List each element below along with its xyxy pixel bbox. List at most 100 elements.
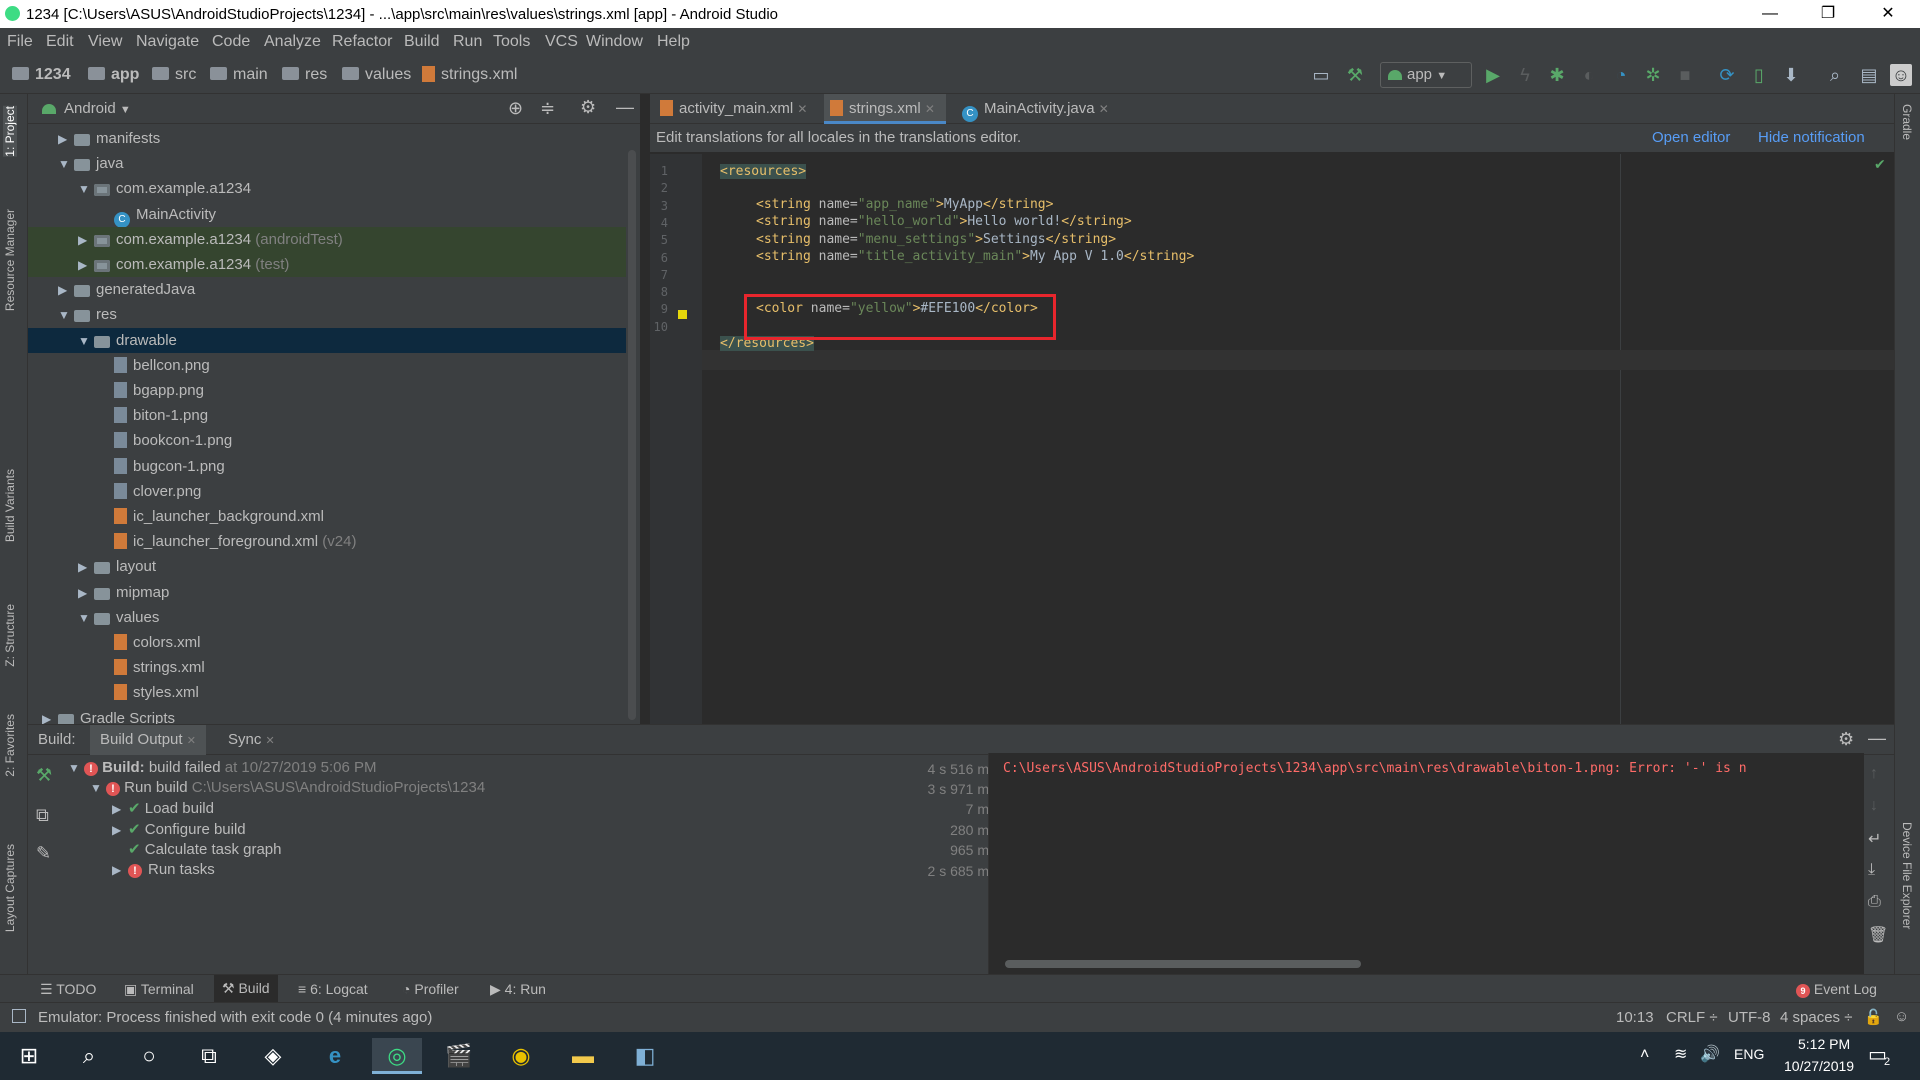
network-icon[interactable]: ≋ <box>1674 1044 1687 1064</box>
caret-position[interactable]: 10:13 <box>1616 1009 1654 1026</box>
breadcrumb-values[interactable]: values <box>342 66 411 84</box>
chevron-down-icon[interactable]: ▼ <box>78 177 94 202</box>
chevron-right-icon[interactable]: ▶ <box>112 823 128 837</box>
build-step[interactable]: ▶ ✔ Configure build <box>112 820 246 838</box>
console-hscrollbar[interactable] <box>1005 960 1361 968</box>
close-button[interactable]: ✕ <box>1860 0 1916 28</box>
tool-build[interactable]: ⚒ Build <box>214 975 278 1002</box>
open-editor-link[interactable]: Open editor <box>1652 124 1730 152</box>
file-encoding[interactable]: UTF-8 <box>1728 1009 1771 1026</box>
close-icon[interactable]: ✕ <box>266 735 275 747</box>
print-icon[interactable]: ⎙ <box>1868 893 1881 911</box>
account-icon[interactable]: ☺ <box>1890 64 1912 86</box>
minimize-button[interactable]: — <box>1742 0 1798 28</box>
chevron-right-icon[interactable]: ▶ <box>78 228 94 253</box>
locate-file-icon[interactable]: ⊕ <box>508 98 523 119</box>
breadcrumb-res[interactable]: res <box>282 66 327 84</box>
close-icon[interactable]: ✕ <box>187 735 196 747</box>
file-explorer-icon[interactable]: ▬ <box>558 1038 608 1074</box>
tree-item[interactable]: ic_launcher_foreground.xml (v24) <box>28 529 626 554</box>
tree-scrollbar[interactable] <box>628 150 636 720</box>
menu-window[interactable]: Window <box>586 33 643 51</box>
event-log[interactable]: 9 Event Log <box>1796 981 1877 998</box>
tab-activity-main[interactable]: activity_main.xml ✕ <box>654 94 820 124</box>
chevron-down-icon[interactable]: ▼ <box>78 329 94 354</box>
tray-chevron-icon[interactable]: ˄ <box>1640 1046 1649 1064</box>
tree-item[interactable]: bgapp.png <box>28 378 626 403</box>
menu-help[interactable]: Help <box>657 33 690 51</box>
arrow-up-icon[interactable]: ↑ <box>1870 765 1878 783</box>
status-icon[interactable] <box>12 1009 26 1023</box>
pin-icon[interactable]: ✎ <box>36 843 51 864</box>
tree-item[interactable]: ▼ drawable <box>28 327 626 354</box>
menu-file[interactable]: File <box>7 33 33 51</box>
notepad-icon[interactable]: ◧ <box>620 1038 670 1074</box>
menu-tools[interactable]: Tools <box>493 33 530 51</box>
run-icon[interactable]: ▶ <box>1482 64 1504 86</box>
tool-terminal[interactable]: ▣ Terminal <box>124 981 194 998</box>
menu-navigate[interactable]: Navigate <box>136 33 199 51</box>
gradle-tab[interactable]: Gradle <box>1900 104 1914 140</box>
windows-start-icon[interactable]: ⊞ <box>4 1038 54 1074</box>
collapse-all-icon[interactable]: ≑ <box>540 98 555 119</box>
task-view-icon[interactable]: ⧉ <box>184 1038 234 1074</box>
menu-code[interactable]: Code <box>212 33 250 51</box>
attach-debugger-icon[interactable]: ✲ <box>1642 64 1664 86</box>
chevron-down-icon[interactable]: ▼ <box>58 303 74 328</box>
tree-item[interactable]: colors.xml <box>28 630 626 655</box>
tree-item[interactable]: ▶ layout <box>28 554 626 579</box>
error-output-text[interactable]: C:\Users\ASUS\AndroidStudioProjects\1234… <box>1003 761 1861 776</box>
avd-manager-icon[interactable]: ▯ <box>1748 64 1770 86</box>
tree-item[interactable]: bugcon-1.png <box>28 454 626 479</box>
android-studio-taskbar-icon[interactable]: ◎ <box>372 1038 422 1074</box>
search-icon[interactable]: ⌕ <box>64 1038 114 1074</box>
tree-item[interactable]: clover.png <box>28 479 626 504</box>
cortana-icon[interactable]: ○ <box>124 1038 174 1074</box>
menu-build[interactable]: Build <box>404 33 440 51</box>
tree-item[interactable]: ▶ manifests <box>28 126 626 151</box>
menu-analyze[interactable]: Analyze <box>264 33 321 51</box>
breadcrumb-src[interactable]: src <box>152 66 196 84</box>
chevron-right-icon[interactable]: ▶ <box>112 863 128 877</box>
debug-icon[interactable]: ✱ <box>1546 64 1568 86</box>
close-icon[interactable]: ✕ <box>797 102 807 116</box>
tree-item[interactable]: ▶ com.example.a1234 (androidTest) <box>28 226 626 253</box>
tab-sync[interactable]: Sync ✕ <box>228 731 275 748</box>
chevron-right-icon[interactable]: ▶ <box>78 253 94 278</box>
trash-icon[interactable]: 🗑 <box>1868 925 1888 945</box>
tree-item[interactable]: ▶ mipmap <box>28 580 626 605</box>
tool-profiler[interactable]: ◔ Profiler <box>402 981 459 997</box>
tree-item[interactable]: ▼ values <box>28 605 626 630</box>
tree-item[interactable]: styles.xml <box>28 680 626 705</box>
edge-icon[interactable]: e <box>310 1038 360 1074</box>
tree-item[interactable]: ▶ generatedJava <box>28 277 626 302</box>
language-indicator[interactable]: ENG <box>1734 1046 1764 1062</box>
tool-tab-layout-captures[interactable]: Layout Captures <box>3 844 17 932</box>
breadcrumb-main[interactable]: main <box>210 66 268 84</box>
arrow-down-icon[interactable]: ↓ <box>1870 797 1878 815</box>
menu-edit[interactable]: Edit <box>46 33 74 51</box>
tool-logcat[interactable]: ≡ 6: Logcat <box>298 981 368 997</box>
search-icon[interactable]: ⌕ <box>1824 64 1846 86</box>
build-step[interactable]: ✔ Calculate task graph <box>112 840 282 858</box>
tab-build-output[interactable]: Build Output ✕ <box>90 725 206 755</box>
close-icon[interactable]: ✕ <box>925 102 935 116</box>
tree-item[interactable]: ▼ com.example.a1234 <box>28 176 626 201</box>
tree-item[interactable]: biton-1.png <box>28 403 626 428</box>
breadcrumb-project[interactable]: 1234 <box>12 66 71 84</box>
tab-strings[interactable]: strings.xml ✕ <box>824 94 946 124</box>
chevron-right-icon[interactable]: ▶ <box>58 278 74 303</box>
inspector-icon[interactable]: ☺ <box>1894 1008 1909 1025</box>
sync-gradle-icon[interactable]: ⟳ <box>1716 64 1738 86</box>
sdk-manager-icon[interactable]: ⬇ <box>1780 64 1802 86</box>
close-icon[interactable]: ✕ <box>1099 102 1109 116</box>
chevron-down-icon[interactable]: ▼ <box>58 152 74 177</box>
clock-date[interactable]: 10/27/2019 <box>1784 1058 1854 1074</box>
tree-item[interactable]: bookcon-1.png <box>28 428 626 453</box>
profile-icon[interactable]: ◔ <box>1610 64 1632 86</box>
chevron-right-icon[interactable]: ▶ <box>112 802 128 816</box>
chevron-right-icon[interactable]: ▶ <box>58 127 74 152</box>
tool-tab-build-variants[interactable]: Build Variants <box>3 469 17 542</box>
tree-item[interactable]: ▶ com.example.a1234 (test) <box>28 252 626 277</box>
chevron-right-icon[interactable]: ▶ <box>78 581 94 606</box>
